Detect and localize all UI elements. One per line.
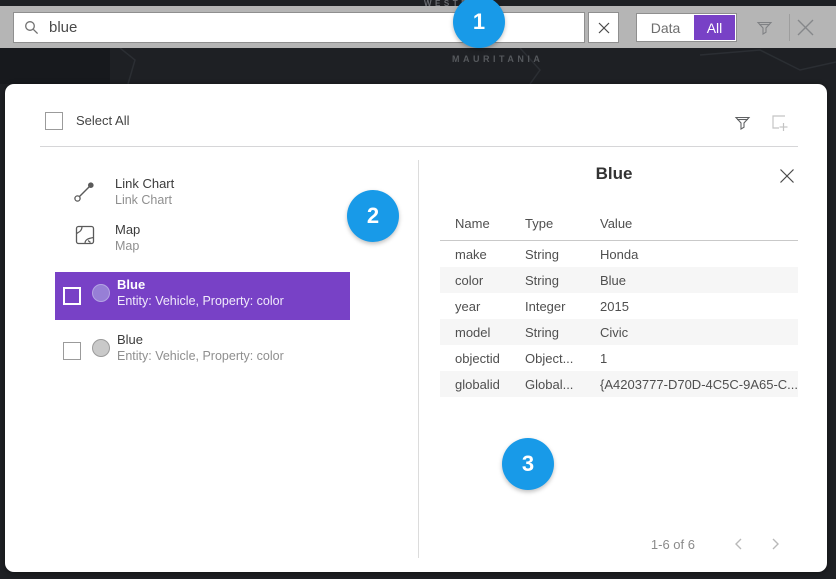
callout-badge-3: 3 bbox=[502, 438, 554, 490]
cell-value: Civic bbox=[600, 325, 628, 340]
result-checkbox[interactable] bbox=[63, 287, 81, 305]
cell-type: Global... bbox=[525, 377, 573, 392]
entity-circle-icon bbox=[92, 339, 110, 357]
filter-icon[interactable] bbox=[756, 19, 773, 36]
cell-value: {A4203777-D70D-4C5C-9A65-C... bbox=[600, 377, 798, 392]
result-subtitle: Entity: Vehicle, Property: color bbox=[117, 348, 284, 364]
result-subtitle: Link Chart bbox=[115, 192, 174, 208]
property-row-make: make String Honda bbox=[440, 241, 798, 267]
column-header-name: Name bbox=[455, 216, 490, 231]
results-panel: Select All Link Chart Link Chart bbox=[5, 84, 827, 572]
result-item-blue-selected[interactable]: Blue Entity: Vehicle, Property: color bbox=[55, 272, 350, 320]
cell-type: String bbox=[525, 273, 559, 288]
column-header-value: Value bbox=[600, 216, 632, 231]
select-all-checkbox[interactable] bbox=[45, 112, 63, 130]
cell-name: globalid bbox=[455, 377, 500, 392]
clear-search-button[interactable] bbox=[588, 12, 619, 43]
filter-icon[interactable] bbox=[734, 114, 751, 131]
property-row-model: model String Civic bbox=[440, 319, 798, 345]
close-icon[interactable] bbox=[796, 18, 815, 37]
cell-value: Blue bbox=[600, 273, 626, 288]
property-row-year: year Integer 2015 bbox=[440, 293, 798, 319]
search-icon bbox=[24, 20, 39, 35]
cell-type: String bbox=[525, 247, 559, 262]
link-chart-icon bbox=[73, 180, 96, 203]
cell-name: color bbox=[455, 273, 483, 288]
cell-type: String bbox=[525, 325, 559, 340]
cell-name: model bbox=[455, 325, 490, 340]
property-row-color: color String Blue bbox=[440, 267, 798, 293]
result-title: Map bbox=[115, 222, 140, 238]
scope-option-all[interactable]: All bbox=[694, 15, 735, 40]
toolbar-divider bbox=[789, 14, 790, 41]
cell-value: Honda bbox=[600, 247, 638, 262]
select-all-label: Select All bbox=[76, 113, 129, 128]
map-label-mauritania: MAURITANIA bbox=[452, 54, 543, 64]
cell-name: make bbox=[455, 247, 487, 262]
property-row-globalid: globalid Global... {A4203777-D70D-4C5C-9… bbox=[440, 371, 798, 397]
result-title: Blue bbox=[117, 332, 284, 348]
scope-toggle: Data All bbox=[636, 13, 737, 42]
property-table: make String Honda color String Blue year… bbox=[440, 241, 798, 397]
search-toolbar: Data All bbox=[0, 6, 836, 48]
entity-circle-icon bbox=[92, 284, 110, 302]
result-title: Blue bbox=[117, 277, 284, 293]
result-title: Link Chart bbox=[115, 176, 174, 192]
scope-option-data[interactable]: Data bbox=[637, 14, 694, 41]
panel-header-divider bbox=[40, 146, 798, 147]
cell-name: year bbox=[455, 299, 480, 314]
result-item-blue[interactable]: Blue Entity: Vehicle, Property: color bbox=[55, 327, 350, 375]
property-row-objectid: objectid Object... 1 bbox=[440, 345, 798, 371]
property-table-header: Name Type Value bbox=[440, 216, 798, 238]
cell-type: Integer bbox=[525, 299, 565, 314]
result-subtitle: Map bbox=[115, 238, 140, 254]
close-detail-icon[interactable] bbox=[779, 168, 795, 184]
panel-vertical-divider bbox=[418, 160, 419, 558]
result-checkbox[interactable] bbox=[63, 342, 81, 360]
map-icon bbox=[75, 225, 95, 245]
cell-value: 1 bbox=[600, 351, 607, 366]
cell-value: 2015 bbox=[600, 299, 629, 314]
clear-icon bbox=[598, 22, 610, 34]
column-header-type: Type bbox=[525, 216, 553, 231]
cell-name: objectid bbox=[455, 351, 500, 366]
add-to-selection-icon[interactable] bbox=[771, 114, 789, 132]
callout-badge-2: 2 bbox=[347, 190, 399, 242]
chevron-right-icon[interactable] bbox=[769, 537, 781, 551]
pagination-label: 1-6 of 6 bbox=[565, 537, 695, 552]
result-subtitle: Entity: Vehicle, Property: color bbox=[117, 293, 284, 309]
screenshot-root: WESTERN MAURITANIA Data All bbox=[0, 0, 836, 579]
cell-type: Object... bbox=[525, 351, 573, 366]
detail-title: Blue bbox=[440, 164, 788, 184]
chevron-left-icon[interactable] bbox=[733, 537, 745, 551]
